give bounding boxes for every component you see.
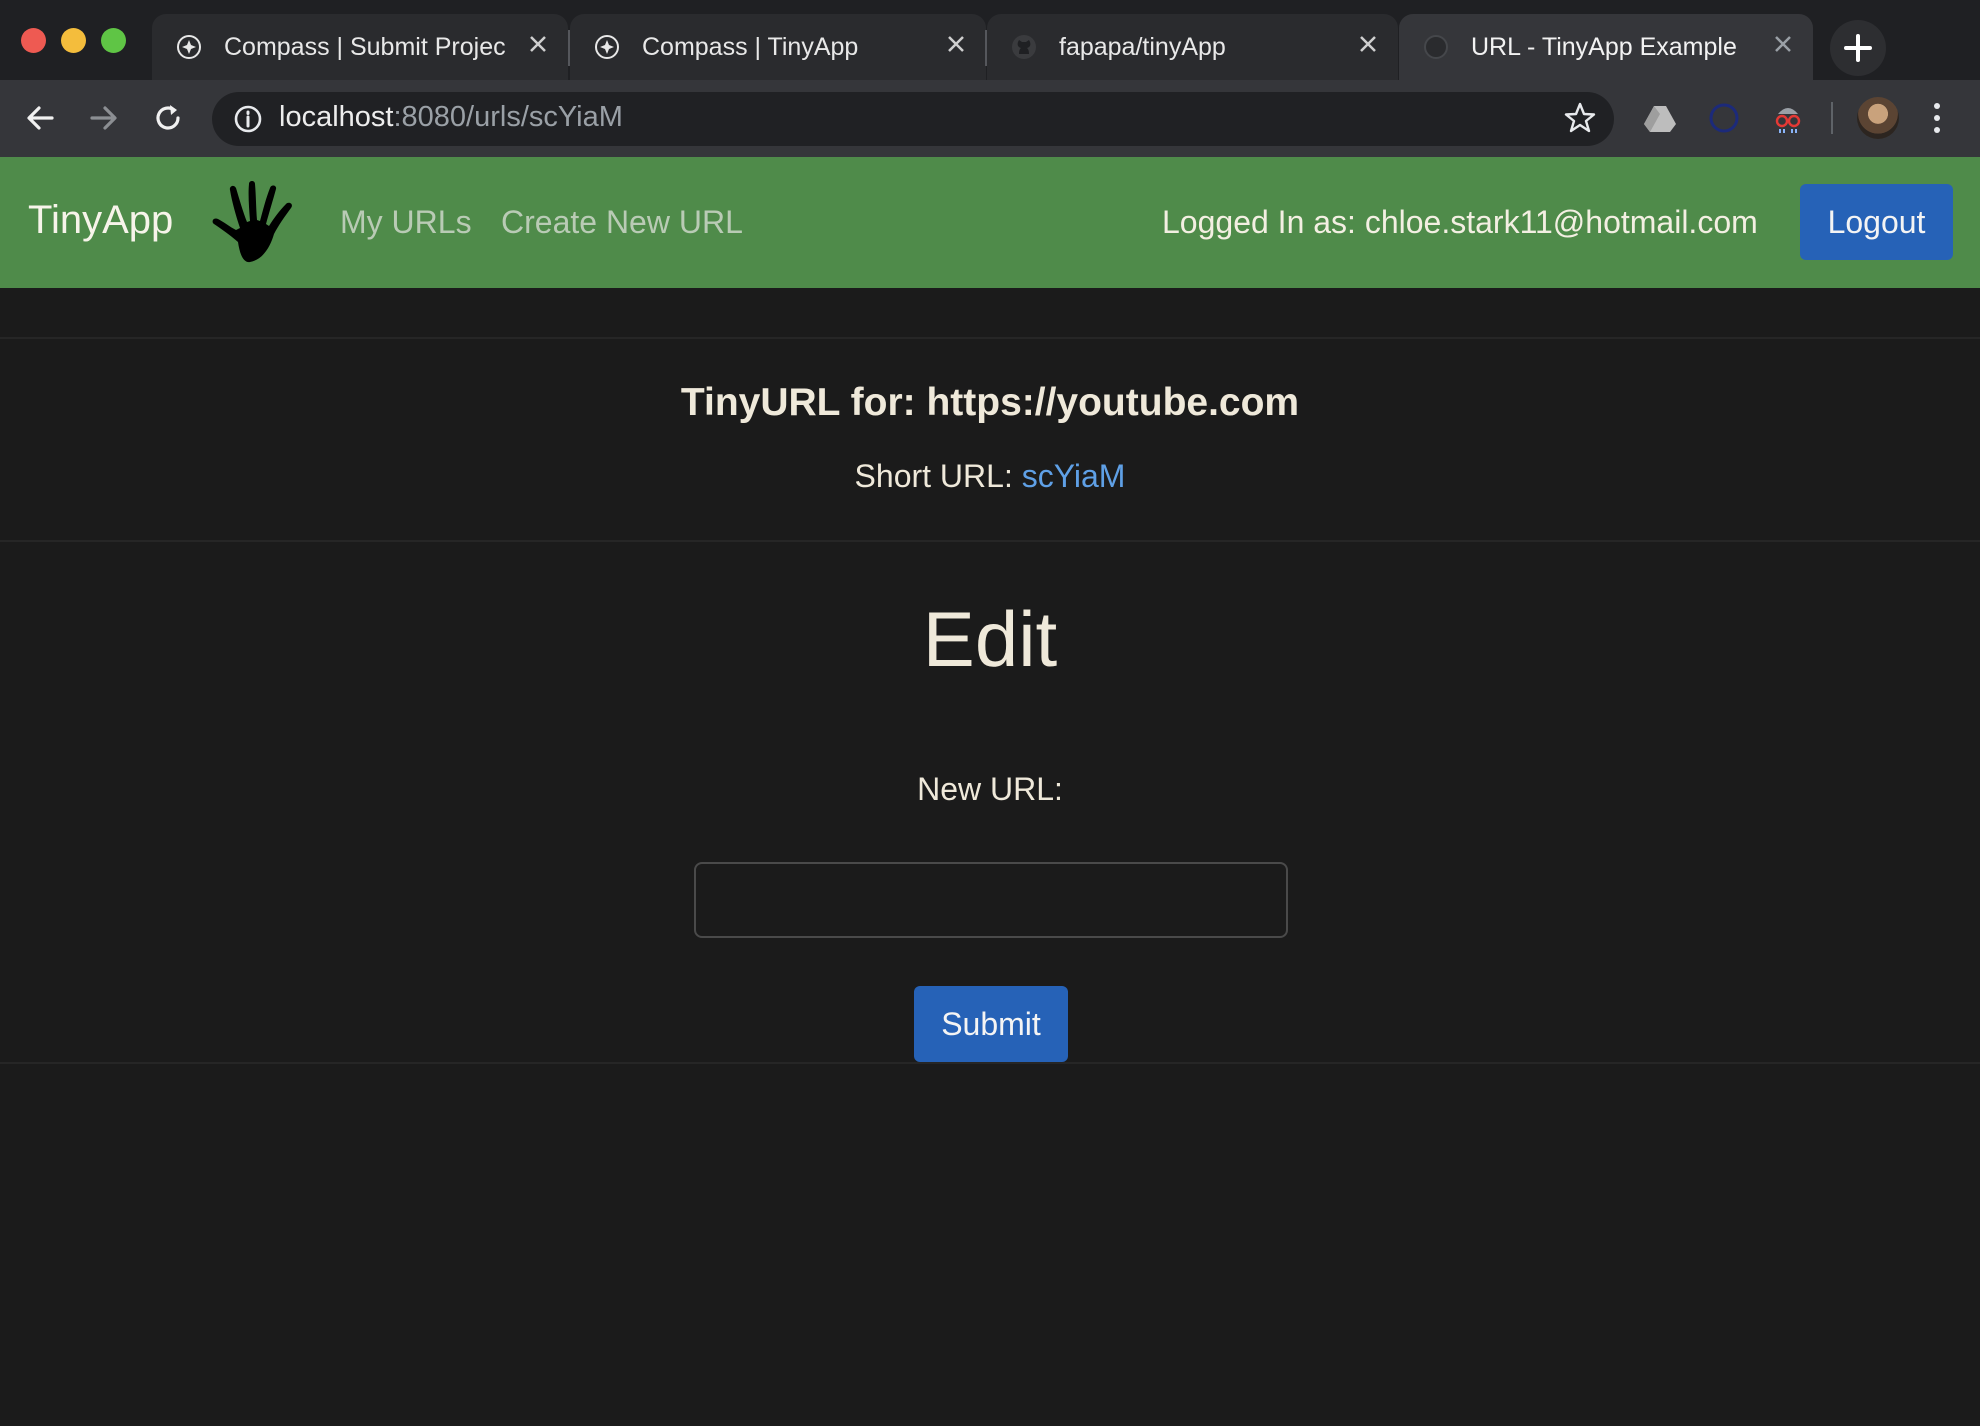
- tab-title: fapapa/tinyApp: [1059, 33, 1226, 61]
- new-url-label: New URL:: [917, 771, 1063, 807]
- close-icon[interactable]: [1356, 32, 1380, 56]
- nav-my-urls[interactable]: My URLs: [340, 204, 472, 241]
- tab-title: URL - TinyApp Example: [1471, 33, 1737, 61]
- extension-circle-icon[interactable]: [1706, 100, 1742, 136]
- back-arrow-icon[interactable]: [22, 100, 58, 136]
- window-close-button[interactable]: [21, 28, 46, 53]
- tab-compass-tinyapp[interactable]: Compass | TinyApp: [570, 14, 986, 80]
- compass-icon: [177, 35, 201, 59]
- short-url-label: Short URL:: [854, 458, 1022, 494]
- tab-github-tinyapp[interactable]: fapapa/tinyApp: [987, 14, 1398, 80]
- compass-icon: [595, 35, 619, 59]
- short-url-link[interactable]: scYiaM: [1022, 458, 1126, 494]
- tab-compass-submit[interactable]: Compass | Submit Projec: [152, 14, 568, 80]
- divider: [0, 540, 1980, 542]
- window-minimize-button[interactable]: [61, 28, 86, 53]
- bookmark-star-icon[interactable]: [1562, 100, 1598, 136]
- divider: [0, 337, 1980, 339]
- nav-create-new-url[interactable]: Create New URL: [501, 204, 743, 241]
- github-icon: [1012, 35, 1036, 59]
- logout-button[interactable]: Logout: [1800, 184, 1953, 260]
- tab-url-tinyapp-example[interactable]: URL - TinyApp Example: [1399, 14, 1813, 80]
- plus-icon: [1844, 34, 1872, 62]
- profile-avatar[interactable]: [1857, 97, 1899, 139]
- new-url-input[interactable]: [694, 862, 1288, 938]
- reload-icon[interactable]: [150, 100, 186, 136]
- google-drive-icon[interactable]: [1642, 100, 1678, 136]
- info-icon[interactable]: [230, 101, 266, 137]
- hand-logo-icon: [212, 181, 292, 263]
- menu-kebab-icon[interactable]: [1932, 100, 1942, 136]
- forward-arrow-icon[interactable]: [86, 100, 122, 136]
- globe-icon: [1424, 35, 1448, 59]
- toolbar-divider: [1831, 102, 1833, 134]
- tab-title: Compass | TinyApp: [642, 33, 859, 61]
- url-text[interactable]: localhost:8080/urls/scYiaM: [279, 101, 623, 134]
- edit-heading: Edit: [922, 595, 1058, 683]
- tab-title: Compass | Submit Projec: [224, 33, 506, 61]
- logged-in-status: Logged In as: chloe.stark11@hotmail.com: [1162, 204, 1758, 240]
- tinyurl-heading: TinyURL for: https://youtube.com: [680, 381, 1300, 424]
- divider: [0, 1062, 1980, 1064]
- close-icon[interactable]: [944, 32, 968, 56]
- submit-button[interactable]: Submit: [914, 986, 1068, 1062]
- brand-link[interactable]: TinyApp: [28, 198, 173, 243]
- window-maximize-button[interactable]: [101, 28, 126, 53]
- close-icon[interactable]: [1771, 32, 1795, 56]
- short-url-line: Short URL: scYiaM: [0, 458, 1980, 495]
- spy-extension-icon[interactable]: [1770, 100, 1806, 136]
- new-tab-button[interactable]: [1830, 20, 1886, 76]
- url-path: :8080/urls/scYiaM: [393, 101, 623, 133]
- url-host: localhost: [279, 101, 394, 133]
- close-icon[interactable]: [526, 32, 550, 56]
